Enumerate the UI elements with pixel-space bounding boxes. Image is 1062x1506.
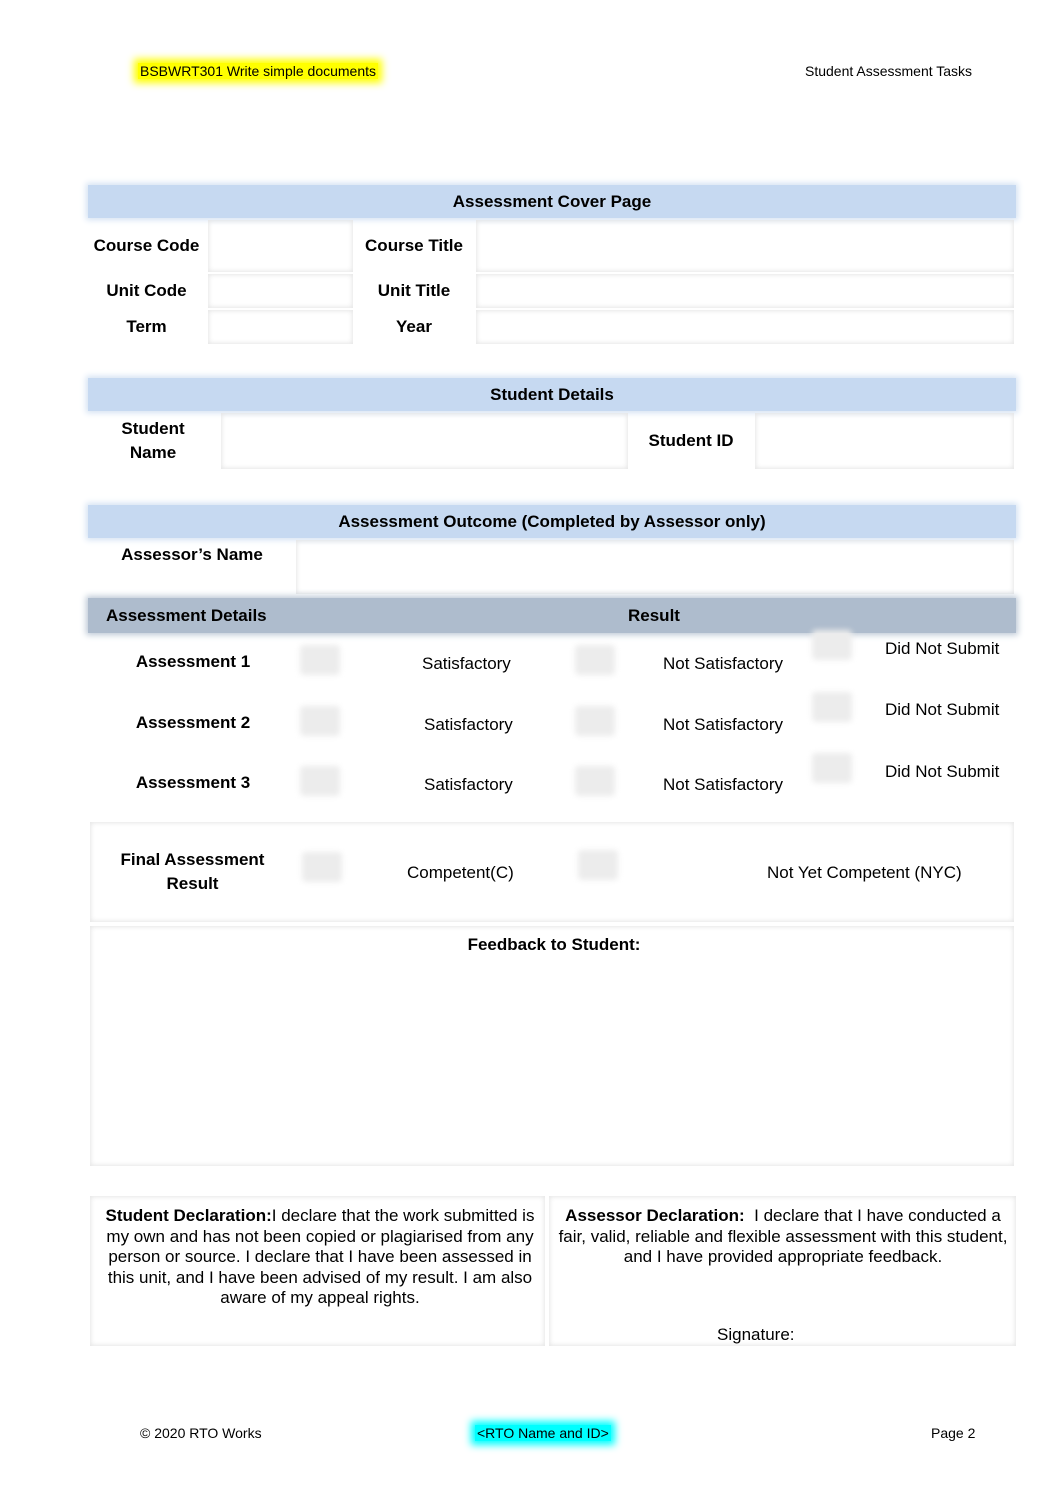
signature-label: Signature: bbox=[717, 1325, 795, 1344]
unit-code-field[interactable] bbox=[208, 274, 353, 308]
assessor-name-field[interactable] bbox=[296, 540, 1014, 594]
student-details-title: Student Details bbox=[88, 378, 1016, 411]
page-number: Page 2 bbox=[931, 1425, 976, 1441]
not-satisfactory-checkbox[interactable] bbox=[575, 766, 615, 796]
term-label: Term bbox=[126, 317, 167, 336]
did-not-submit-checkbox[interactable] bbox=[812, 630, 852, 660]
final-result-label: Final Assessment Result bbox=[120, 850, 265, 893]
not-satisfactory-checkbox[interactable] bbox=[575, 706, 615, 736]
student-id-field[interactable] bbox=[755, 413, 1014, 469]
rto-name: <RTO Name and ID> bbox=[475, 1425, 611, 1441]
course-title-label: Course Title bbox=[365, 236, 463, 255]
student-declaration-heading: Student Declaration: bbox=[105, 1206, 272, 1225]
document-page: BSBWRT301 Write simple documents Student… bbox=[0, 0, 1062, 1506]
student-name-field[interactable] bbox=[221, 413, 628, 469]
year-field[interactable] bbox=[476, 310, 1014, 344]
student-name-label: Student Name bbox=[121, 419, 185, 462]
competent-checkbox[interactable] bbox=[302, 852, 342, 882]
competent-label: Competent(C) bbox=[407, 863, 514, 882]
feedback-field[interactable] bbox=[90, 926, 1014, 1166]
details-header: Assessment Details bbox=[106, 606, 267, 625]
student-declaration: Student Declaration:I declare that the w… bbox=[100, 1206, 540, 1309]
result-header: Result bbox=[628, 606, 680, 625]
unit-header: BSBWRT301 Write simple documents bbox=[138, 63, 379, 79]
did-not-submit-label: Did Not Submit bbox=[885, 700, 1000, 719]
did-not-submit-checkbox[interactable] bbox=[812, 753, 852, 783]
cover-title: Assessment Cover Page bbox=[88, 185, 1016, 218]
unit-title-field[interactable] bbox=[476, 274, 1014, 308]
assessment-label: Assessment 3 bbox=[135, 773, 251, 792]
unit-title-label: Unit Title bbox=[377, 281, 451, 300]
doc-title: Student Assessment Tasks bbox=[805, 63, 973, 79]
satisfactory-label: Satisfactory bbox=[424, 775, 513, 794]
not-satisfactory-checkbox[interactable] bbox=[575, 645, 615, 675]
satisfactory-label: Satisfactory bbox=[424, 715, 513, 734]
student-id-label: Student ID bbox=[648, 431, 734, 450]
course-title-field[interactable] bbox=[476, 220, 1014, 272]
did-not-submit-label: Did Not Submit bbox=[885, 762, 1000, 781]
not-satisfactory-label: Not Satisfactory bbox=[663, 715, 783, 734]
unit-code-label: Unit Code bbox=[106, 281, 187, 300]
assessor-declaration-heading: Assessor Declaration: bbox=[565, 1206, 745, 1225]
satisfactory-checkbox[interactable] bbox=[300, 645, 340, 675]
nyc-checkbox[interactable] bbox=[578, 850, 618, 880]
copyright: © 2020 RTO Works bbox=[140, 1425, 262, 1441]
satisfactory-checkbox[interactable] bbox=[300, 706, 340, 736]
assessment-label: Assessment 2 bbox=[135, 713, 251, 732]
nyc-label: Not Yet Competent (NYC) bbox=[767, 863, 962, 882]
did-not-submit-checkbox[interactable] bbox=[812, 692, 852, 722]
feedback-label: Feedback to Student: bbox=[467, 935, 641, 954]
not-satisfactory-label: Not Satisfactory bbox=[663, 775, 783, 794]
year-label: Year bbox=[396, 317, 432, 336]
outcome-title: Assessment Outcome (Completed by Assesso… bbox=[88, 505, 1016, 538]
details-header-row: Assessment Details Result bbox=[88, 598, 1016, 633]
term-field[interactable] bbox=[208, 310, 353, 344]
satisfactory-checkbox[interactable] bbox=[300, 766, 340, 796]
satisfactory-label: Satisfactory bbox=[422, 654, 511, 673]
assessor-name-label: Assessor’s Name bbox=[121, 545, 263, 564]
not-satisfactory-label: Not Satisfactory bbox=[663, 654, 783, 673]
assessment-label: Assessment 1 bbox=[135, 652, 251, 671]
did-not-submit-label: Did Not Submit bbox=[885, 639, 1000, 658]
course-code-label: Course Code bbox=[93, 236, 200, 255]
course-code-field[interactable] bbox=[208, 220, 353, 272]
assessor-declaration: Assessor Declaration: I declare that I h… bbox=[558, 1206, 1008, 1268]
